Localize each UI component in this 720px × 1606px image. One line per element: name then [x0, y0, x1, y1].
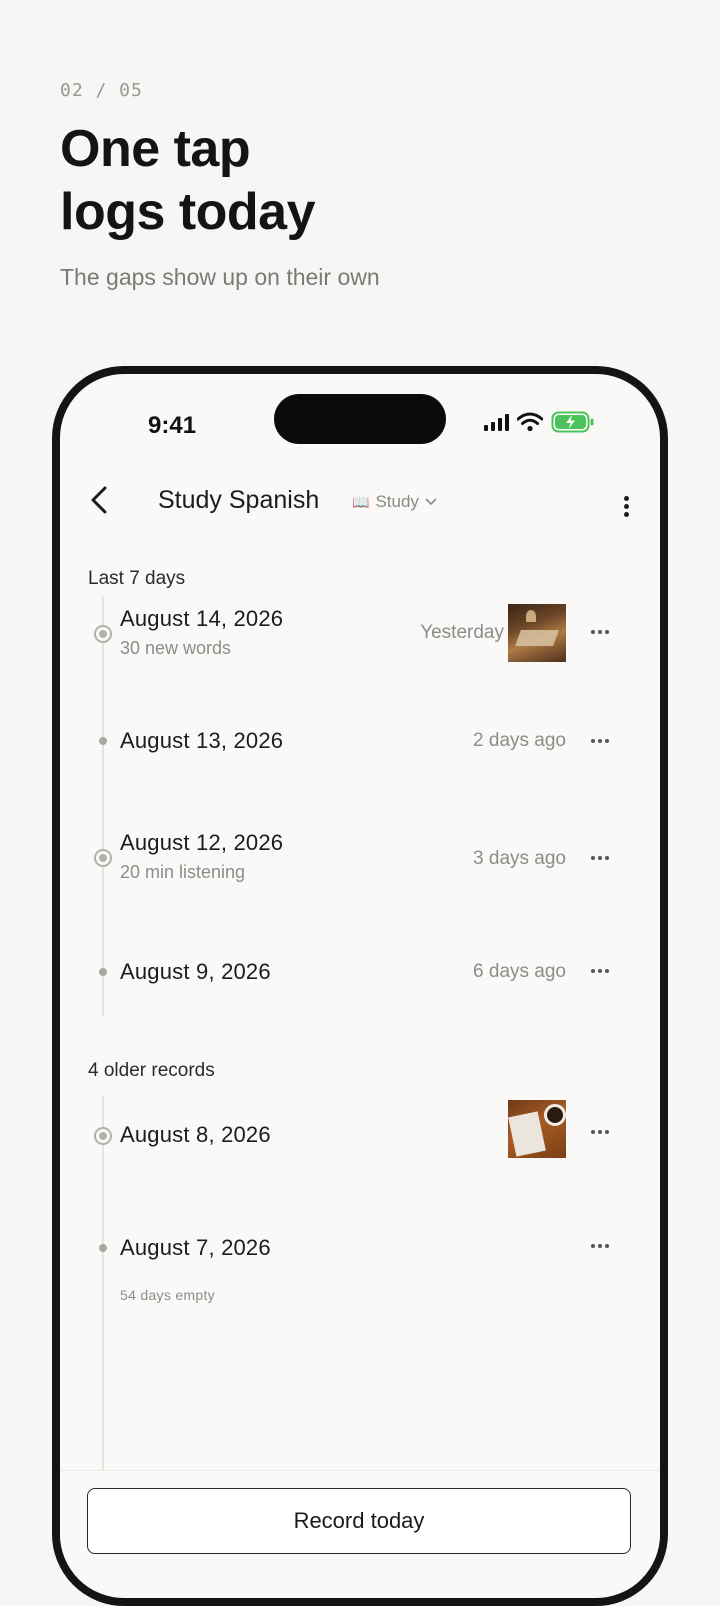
empty-days-note: 54 days empty — [120, 1287, 215, 1303]
subtitle: The gaps show up on their own — [60, 264, 380, 290]
timeline-line — [102, 596, 104, 1016]
headline: One tap logs today — [60, 118, 316, 244]
entry-date: August 8, 2026 — [120, 1122, 271, 1147]
status-icons — [484, 408, 595, 436]
section-title-older: 4 older records — [88, 1060, 215, 1081]
status-time: 9:41 — [148, 412, 197, 439]
section-title-recent: Last 7 days — [88, 568, 186, 589]
entry-note: 20 min listening — [120, 862, 246, 882]
entry-more-button[interactable] — [586, 731, 614, 751]
record-today-button[interactable]: Record today — [87, 1488, 631, 1554]
entry-date: August 14, 2026 — [120, 606, 284, 631]
chevron-down-icon — [425, 498, 437, 506]
headline-line-1: One tap — [60, 120, 251, 178]
more-options-button[interactable] — [608, 488, 644, 524]
entry-date: August 12, 2026 — [120, 830, 284, 855]
entry-more-button[interactable] — [586, 961, 614, 981]
chevron-left-icon — [91, 486, 107, 514]
entry-photo-thumbnail[interactable] — [508, 604, 566, 662]
cellular-signal-icon — [484, 413, 509, 431]
entry-date: August 13, 2026 — [120, 728, 284, 753]
entry-more-button[interactable] — [586, 622, 614, 642]
category-selector[interactable]: 📖 Study — [352, 492, 437, 512]
entry-photo-thumbnail[interactable] — [508, 1100, 566, 1158]
battery-charging-icon — [551, 411, 594, 433]
entry-marker-icon — [99, 968, 107, 976]
entry-marker-icon — [99, 737, 107, 745]
category-label: Study — [375, 492, 419, 511]
step-indicator: 02 / 05 — [60, 80, 143, 101]
entry-marker-icon — [94, 1127, 112, 1145]
entry-more-button[interactable] — [586, 1122, 614, 1142]
entry-relative-time: 6 days ago — [473, 961, 566, 982]
timeline-line — [102, 1096, 104, 1481]
entry-relative-time: 2 days ago — [473, 730, 566, 751]
wifi-icon — [517, 412, 543, 432]
dynamic-island — [274, 394, 446, 444]
entry-marker-icon — [94, 625, 112, 643]
entry-relative-time: Yesterday — [420, 622, 504, 643]
book-icon: 📖 — [352, 493, 370, 510]
back-button[interactable] — [84, 482, 114, 518]
phone-frame: 9:41 Study Spanish 📖 Study Last 7 days A… — [52, 366, 668, 1606]
entry-date: August 9, 2026 — [120, 959, 271, 984]
entry-marker-icon — [94, 849, 112, 867]
entry-note: 30 new words — [120, 638, 232, 658]
entry-more-button[interactable] — [586, 848, 614, 868]
entry-relative-time: 3 days ago — [473, 848, 566, 869]
entry-date: August 7, 2026 — [120, 1235, 271, 1260]
entry-more-button[interactable] — [586, 1236, 614, 1256]
headline-line-2: logs today — [60, 183, 316, 241]
page-title: Study Spanish — [158, 486, 320, 514]
entry-marker-icon — [99, 1244, 107, 1252]
